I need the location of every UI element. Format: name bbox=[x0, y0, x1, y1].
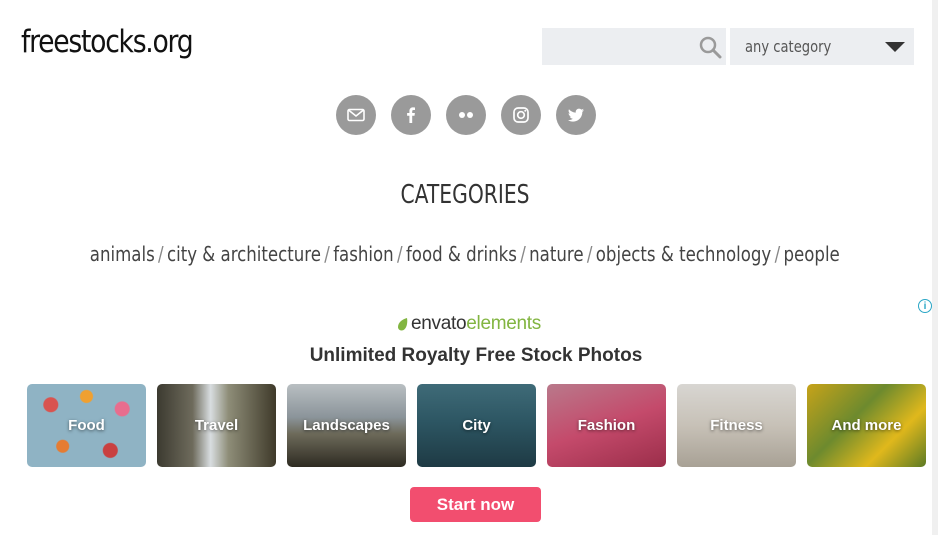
twitter-button[interactable] bbox=[556, 95, 596, 135]
ad-info-icon[interactable]: i bbox=[918, 299, 932, 313]
start-now-button[interactable]: Start now bbox=[410, 487, 541, 522]
category-select[interactable]: any category bbox=[730, 28, 914, 65]
category-links: animals / city & architecture / fashion / food… bbox=[90, 242, 840, 266]
social-links bbox=[336, 95, 596, 135]
page-scrollbar[interactable] bbox=[932, 0, 938, 535]
facebook-icon bbox=[407, 107, 415, 123]
instagram-icon bbox=[513, 107, 529, 123]
twitter-icon bbox=[568, 108, 584, 122]
tile-fitness[interactable]: Fitness bbox=[677, 384, 796, 467]
ad-headline: Unlimited Royalty Free Stock Photos bbox=[309, 345, 643, 366]
category-link-city-architecture[interactable]: city & architecture bbox=[167, 242, 321, 266]
ad-category-tiles: Food Travel Landscapes City Fashion Fitn… bbox=[27, 384, 926, 467]
category-link-fashion[interactable]: fashion bbox=[333, 242, 393, 266]
flickr-button[interactable] bbox=[446, 95, 486, 135]
email-button[interactable] bbox=[336, 95, 376, 135]
search-icon[interactable] bbox=[698, 35, 722, 59]
category-link-nature[interactable]: nature bbox=[529, 242, 583, 266]
tile-landscapes[interactable]: Landscapes bbox=[287, 384, 406, 467]
facebook-button[interactable] bbox=[391, 95, 431, 135]
mail-icon bbox=[347, 108, 365, 122]
category-link-objects-technology[interactable]: objects & technology bbox=[596, 242, 771, 266]
category-link-animals[interactable]: animals bbox=[90, 242, 155, 266]
chevron-down-icon bbox=[885, 42, 905, 52]
tile-food[interactable]: Food bbox=[27, 384, 146, 467]
search-box bbox=[542, 28, 726, 65]
tile-fashion[interactable]: Fashion bbox=[547, 384, 666, 467]
tile-travel[interactable]: Travel bbox=[157, 384, 276, 467]
leaf-icon bbox=[398, 317, 408, 330]
tile-city[interactable]: City bbox=[417, 384, 536, 467]
flickr-icon bbox=[459, 112, 473, 118]
instagram-button[interactable] bbox=[501, 95, 541, 135]
category-link-people[interactable]: people bbox=[784, 242, 840, 266]
category-link-food-drinks[interactable]: food & drinks bbox=[406, 242, 517, 266]
search-input[interactable] bbox=[542, 28, 712, 65]
envato-logo[interactable]: envato elements bbox=[397, 313, 541, 335]
tile-and-more[interactable]: And more bbox=[807, 384, 926, 467]
category-select-value: any category bbox=[745, 37, 832, 56]
site-logo[interactable]: freestocks.org bbox=[21, 22, 194, 62]
categories-title: CATEGORIES bbox=[400, 180, 530, 210]
